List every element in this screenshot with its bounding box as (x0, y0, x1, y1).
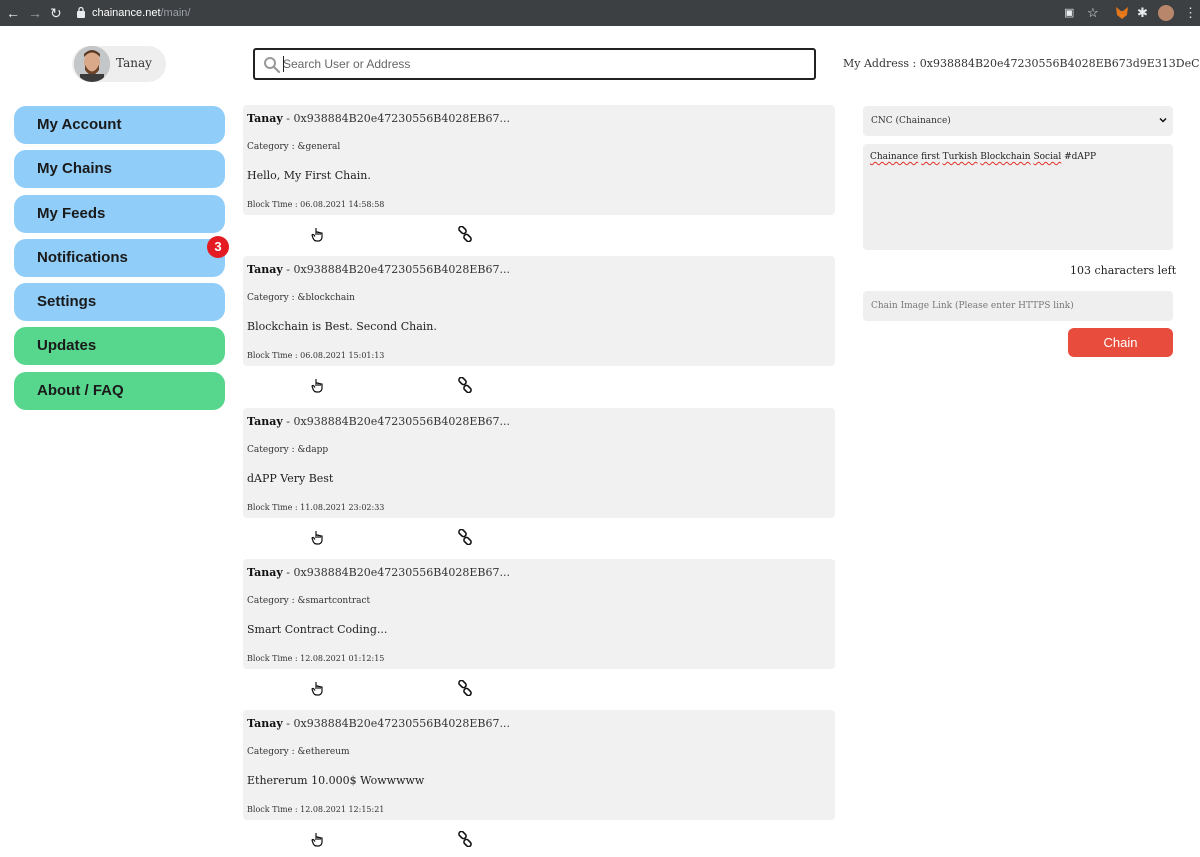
post-address[interactable]: - 0x938884B20e47230556B4028EB67... (283, 566, 510, 579)
post-text: Blockchain is Best. Second Chain. (247, 320, 437, 333)
spellcheck-word: Blockchain (980, 152, 1031, 162)
post-address[interactable]: - 0x938884B20e47230556B4028EB67... (283, 263, 510, 276)
like-hand-icon[interactable] (310, 831, 326, 847)
sidebar-item-my-account[interactable]: My Account (14, 106, 225, 144)
spellcheck-word: Turkish (942, 152, 978, 162)
sidebar-item-settings[interactable]: Settings (14, 283, 225, 321)
post-header: Tanay - 0x938884B20e47230556B4028EB67... (247, 717, 510, 730)
post-address[interactable]: - 0x938884B20e47230556B4028EB67... (283, 415, 510, 428)
user-name: Tanay (116, 56, 152, 70)
feed-post: Tanay - 0x938884B20e47230556B4028EB67...… (243, 408, 835, 518)
feed-post: Tanay - 0x938884B20e47230556B4028EB67...… (243, 559, 835, 669)
like-hand-icon[interactable] (310, 529, 326, 545)
post-text: Hello, My First Chain. (247, 169, 371, 182)
sidebar-item-about-faq[interactable]: About / FAQ (14, 372, 225, 410)
my-address: My Address : 0x938884B20e47230556B4028EB… (843, 57, 1200, 70)
address-bar[interactable]: chainance.net/main/ (92, 5, 190, 21)
chain-link-icon[interactable] (457, 226, 473, 242)
avatar-photo-icon (74, 46, 110, 82)
feed-post: Tanay - 0x938884B20e47230556B4028EB67...… (243, 710, 835, 820)
user-chip[interactable]: Tanay (72, 46, 166, 82)
post-address[interactable]: - 0x938884B20e47230556B4028EB67... (283, 717, 510, 730)
chain-link-icon[interactable] (457, 529, 473, 545)
network-select-value: CNC (Chainance) (871, 116, 951, 126)
search-icon (264, 57, 281, 74)
feed-post: Tanay - 0x938884B20e47230556B4028EB67...… (243, 105, 835, 215)
browser-toolbar: ← → ↻ chainance.net/main/ ▣ ☆ ✱ ⋮ (0, 0, 1200, 26)
lock-icon (77, 6, 85, 18)
sidebar-item-my-feeds[interactable]: My Feeds (14, 195, 225, 233)
characters-left-counter: 103 characters left (1070, 264, 1177, 277)
forward-arrow-icon[interactable]: → (28, 4, 42, 22)
chain-link-icon[interactable] (457, 377, 473, 393)
post-header: Tanay - 0x938884B20e47230556B4028EB67... (247, 263, 510, 276)
post-category: Category : &dapp (247, 445, 329, 455)
post-block-time: Block Time : 06.08.2021 14:58:58 (247, 200, 385, 209)
sidebar-item-notifications[interactable]: Notifications (14, 239, 225, 277)
spellcheck-word: Social (1033, 152, 1062, 162)
post-user[interactable]: Tanay (247, 566, 283, 579)
notification-count-badge: 3 (207, 236, 229, 258)
search-input[interactable] (283, 54, 803, 74)
spellcheck-word: Chainance (870, 152, 919, 162)
menu-kebab-icon[interactable]: ⋮ (1184, 4, 1197, 22)
post-block-time: Block Time : 12.08.2021 12:15:21 (247, 805, 385, 814)
star-icon[interactable]: ☆ (1087, 4, 1099, 22)
post-category: Category : &general (247, 142, 341, 152)
post-block-time: Block Time : 11.08.2021 23:02:33 (247, 503, 385, 512)
post-category: Category : &ethereum (247, 747, 350, 757)
post-text: Smart Contract Coding... (247, 623, 388, 636)
like-hand-icon[interactable] (310, 226, 326, 242)
profile-avatar-icon[interactable] (1158, 5, 1174, 21)
back-arrow-icon[interactable]: ← (6, 4, 20, 22)
post-text: Ethererum 10.000$ Wowwwww (247, 774, 425, 787)
chevron-down-icon (1159, 117, 1167, 123)
avatar (74, 46, 110, 82)
translate-icon[interactable]: ▣ (1064, 4, 1074, 22)
sidebar-item-my-chains[interactable]: My Chains (14, 150, 225, 188)
reload-icon[interactable]: ↻ (50, 4, 62, 22)
url-path: /main/ (160, 7, 191, 19)
post-header: Tanay - 0x938884B20e47230556B4028EB67... (247, 112, 510, 125)
post-header: Tanay - 0x938884B20e47230556B4028EB67... (247, 566, 510, 579)
post-user[interactable]: Tanay (247, 112, 283, 125)
post-address[interactable]: - 0x938884B20e47230556B4028EB67... (283, 112, 510, 125)
post-user[interactable]: Tanay (247, 263, 283, 276)
chain-image-link-input[interactable] (863, 291, 1173, 321)
search-box[interactable] (253, 48, 816, 80)
chain-link-icon[interactable] (457, 680, 473, 696)
post-user[interactable]: Tanay (247, 415, 283, 428)
post-category: Category : &blockchain (247, 293, 355, 303)
like-hand-icon[interactable] (310, 680, 326, 696)
network-select[interactable]: CNC (Chainance) (863, 106, 1173, 136)
post-text: dAPP Very Best (247, 472, 334, 485)
post-header: Tanay - 0x938884B20e47230556B4028EB67... (247, 415, 510, 428)
post-user[interactable]: Tanay (247, 717, 283, 730)
sidebar-item-updates[interactable]: Updates (14, 327, 225, 365)
feed-post: Tanay - 0x938884B20e47230556B4028EB67...… (243, 256, 835, 366)
like-hand-icon[interactable] (310, 377, 326, 393)
post-block-time: Block Time : 12.08.2021 01:12:15 (247, 654, 385, 663)
post-block-time: Block Time : 06.08.2021 15:01:13 (247, 351, 385, 360)
hashtag: #dAPP (1064, 152, 1097, 162)
metamask-fox-icon[interactable] (1114, 5, 1130, 21)
chain-submit-button[interactable]: Chain (1068, 328, 1173, 357)
url-host: chainance.net (92, 7, 161, 19)
spellcheck-word: first (921, 152, 940, 162)
chain-text-area[interactable]: Chainance first Turkish Blockchain Socia… (863, 144, 1173, 250)
chain-link-icon[interactable] (457, 831, 473, 847)
text-caret (283, 56, 284, 72)
extensions-puzzle-icon[interactable]: ✱ (1137, 4, 1148, 22)
post-category: Category : &smartcontract (247, 596, 371, 606)
